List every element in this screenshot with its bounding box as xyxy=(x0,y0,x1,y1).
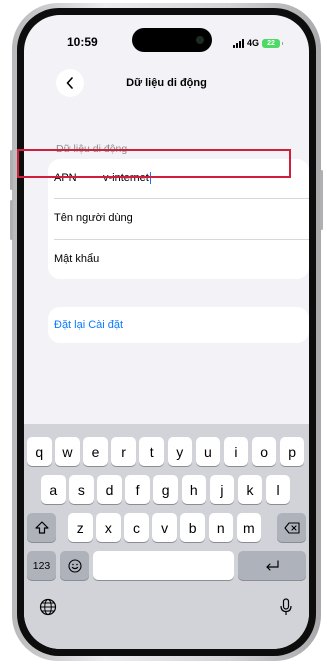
delete-key[interactable] xyxy=(277,513,306,542)
status-indicators: 4G 22 xyxy=(233,37,284,49)
username-field[interactable]: Tên người dùng xyxy=(48,199,309,237)
section-header: Dữ liệu di động xyxy=(56,143,128,155)
camera-icon xyxy=(196,36,204,44)
numbers-key[interactable]: 123 xyxy=(27,551,56,580)
key-p[interactable]: p xyxy=(279,437,305,466)
delete-icon xyxy=(283,521,300,534)
apn-label: APN xyxy=(54,172,77,184)
keyboard: qwertyuiop asdfghjkl zxcvbnm 123 xyxy=(24,424,309,649)
return-icon xyxy=(266,559,279,571)
key-g[interactable]: g xyxy=(153,475,178,504)
text-caret xyxy=(149,172,151,185)
dynamic-island xyxy=(132,28,212,52)
shift-icon xyxy=(34,521,49,534)
reset-settings-button[interactable]: Đặt lại Cài đặt xyxy=(54,319,123,331)
key-l[interactable]: l xyxy=(265,475,291,504)
password-label: Mật khẩu xyxy=(54,253,100,265)
key-w[interactable]: w xyxy=(55,437,80,466)
status-time: 10:59 xyxy=(67,35,98,49)
key-s[interactable]: s xyxy=(69,475,94,504)
space-key[interactable] xyxy=(93,551,234,580)
battery-level: 22 xyxy=(267,39,275,47)
emoji-key[interactable] xyxy=(60,551,89,580)
screen: 10:59 4G 22 Dữ liệu di động Dữ liệu di đ… xyxy=(24,15,309,649)
volume-up-button xyxy=(10,150,13,190)
key-n[interactable]: n xyxy=(208,513,234,542)
password-field[interactable]: Mật khẩu xyxy=(48,240,309,278)
microphone-icon xyxy=(280,598,292,615)
key-v[interactable]: v xyxy=(152,513,177,542)
emoji-icon xyxy=(67,558,82,573)
apn-value: v-internet xyxy=(103,171,149,184)
key-a[interactable]: a xyxy=(41,475,66,504)
key-o[interactable]: o xyxy=(251,437,277,466)
key-d[interactable]: d xyxy=(97,475,122,504)
key-i[interactable]: i xyxy=(223,437,249,466)
network-type: 4G xyxy=(247,38,260,48)
key-z[interactable]: z xyxy=(68,513,93,542)
key-t[interactable]: t xyxy=(139,437,164,466)
page-title: Dữ liệu di động xyxy=(126,77,207,89)
key-e[interactable]: e xyxy=(83,437,108,466)
key-u[interactable]: u xyxy=(195,437,221,466)
navigation-bar: Dữ liệu di động xyxy=(24,67,309,103)
numbers-key-label: 123 xyxy=(32,559,51,572)
globe-icon xyxy=(39,598,57,616)
power-button xyxy=(320,170,323,230)
key-k[interactable]: k xyxy=(237,475,263,504)
battery-icon: 22 xyxy=(262,38,284,48)
shift-key[interactable] xyxy=(27,513,56,542)
key-x[interactable]: x xyxy=(96,513,121,542)
key-y[interactable]: y xyxy=(167,437,193,466)
key-c[interactable]: c xyxy=(124,513,149,542)
apn-input[interactable]: v-internet xyxy=(103,171,151,185)
key-q[interactable]: q xyxy=(27,437,52,466)
return-key[interactable] xyxy=(238,551,306,580)
apn-settings-group: APN v-internet Tên người dùng Mật khẩu xyxy=(48,159,309,279)
key-b[interactable]: b xyxy=(180,513,205,542)
status-bar: 10:59 4G 22 xyxy=(24,15,309,57)
key-h[interactable]: h xyxy=(181,475,207,504)
username-label: Tên người dùng xyxy=(54,212,133,224)
key-r[interactable]: r xyxy=(111,437,136,466)
volume-down-button xyxy=(10,200,13,240)
reset-group: Đặt lại Cài đặt xyxy=(48,307,309,343)
globe-button[interactable] xyxy=(36,595,60,619)
key-m[interactable]: m xyxy=(236,513,262,542)
key-f[interactable]: f xyxy=(125,475,150,504)
signal-icon xyxy=(233,38,244,48)
apn-field[interactable]: APN v-internet xyxy=(48,159,309,197)
microphone-button[interactable] xyxy=(274,595,298,619)
key-j[interactable]: j xyxy=(209,475,235,504)
